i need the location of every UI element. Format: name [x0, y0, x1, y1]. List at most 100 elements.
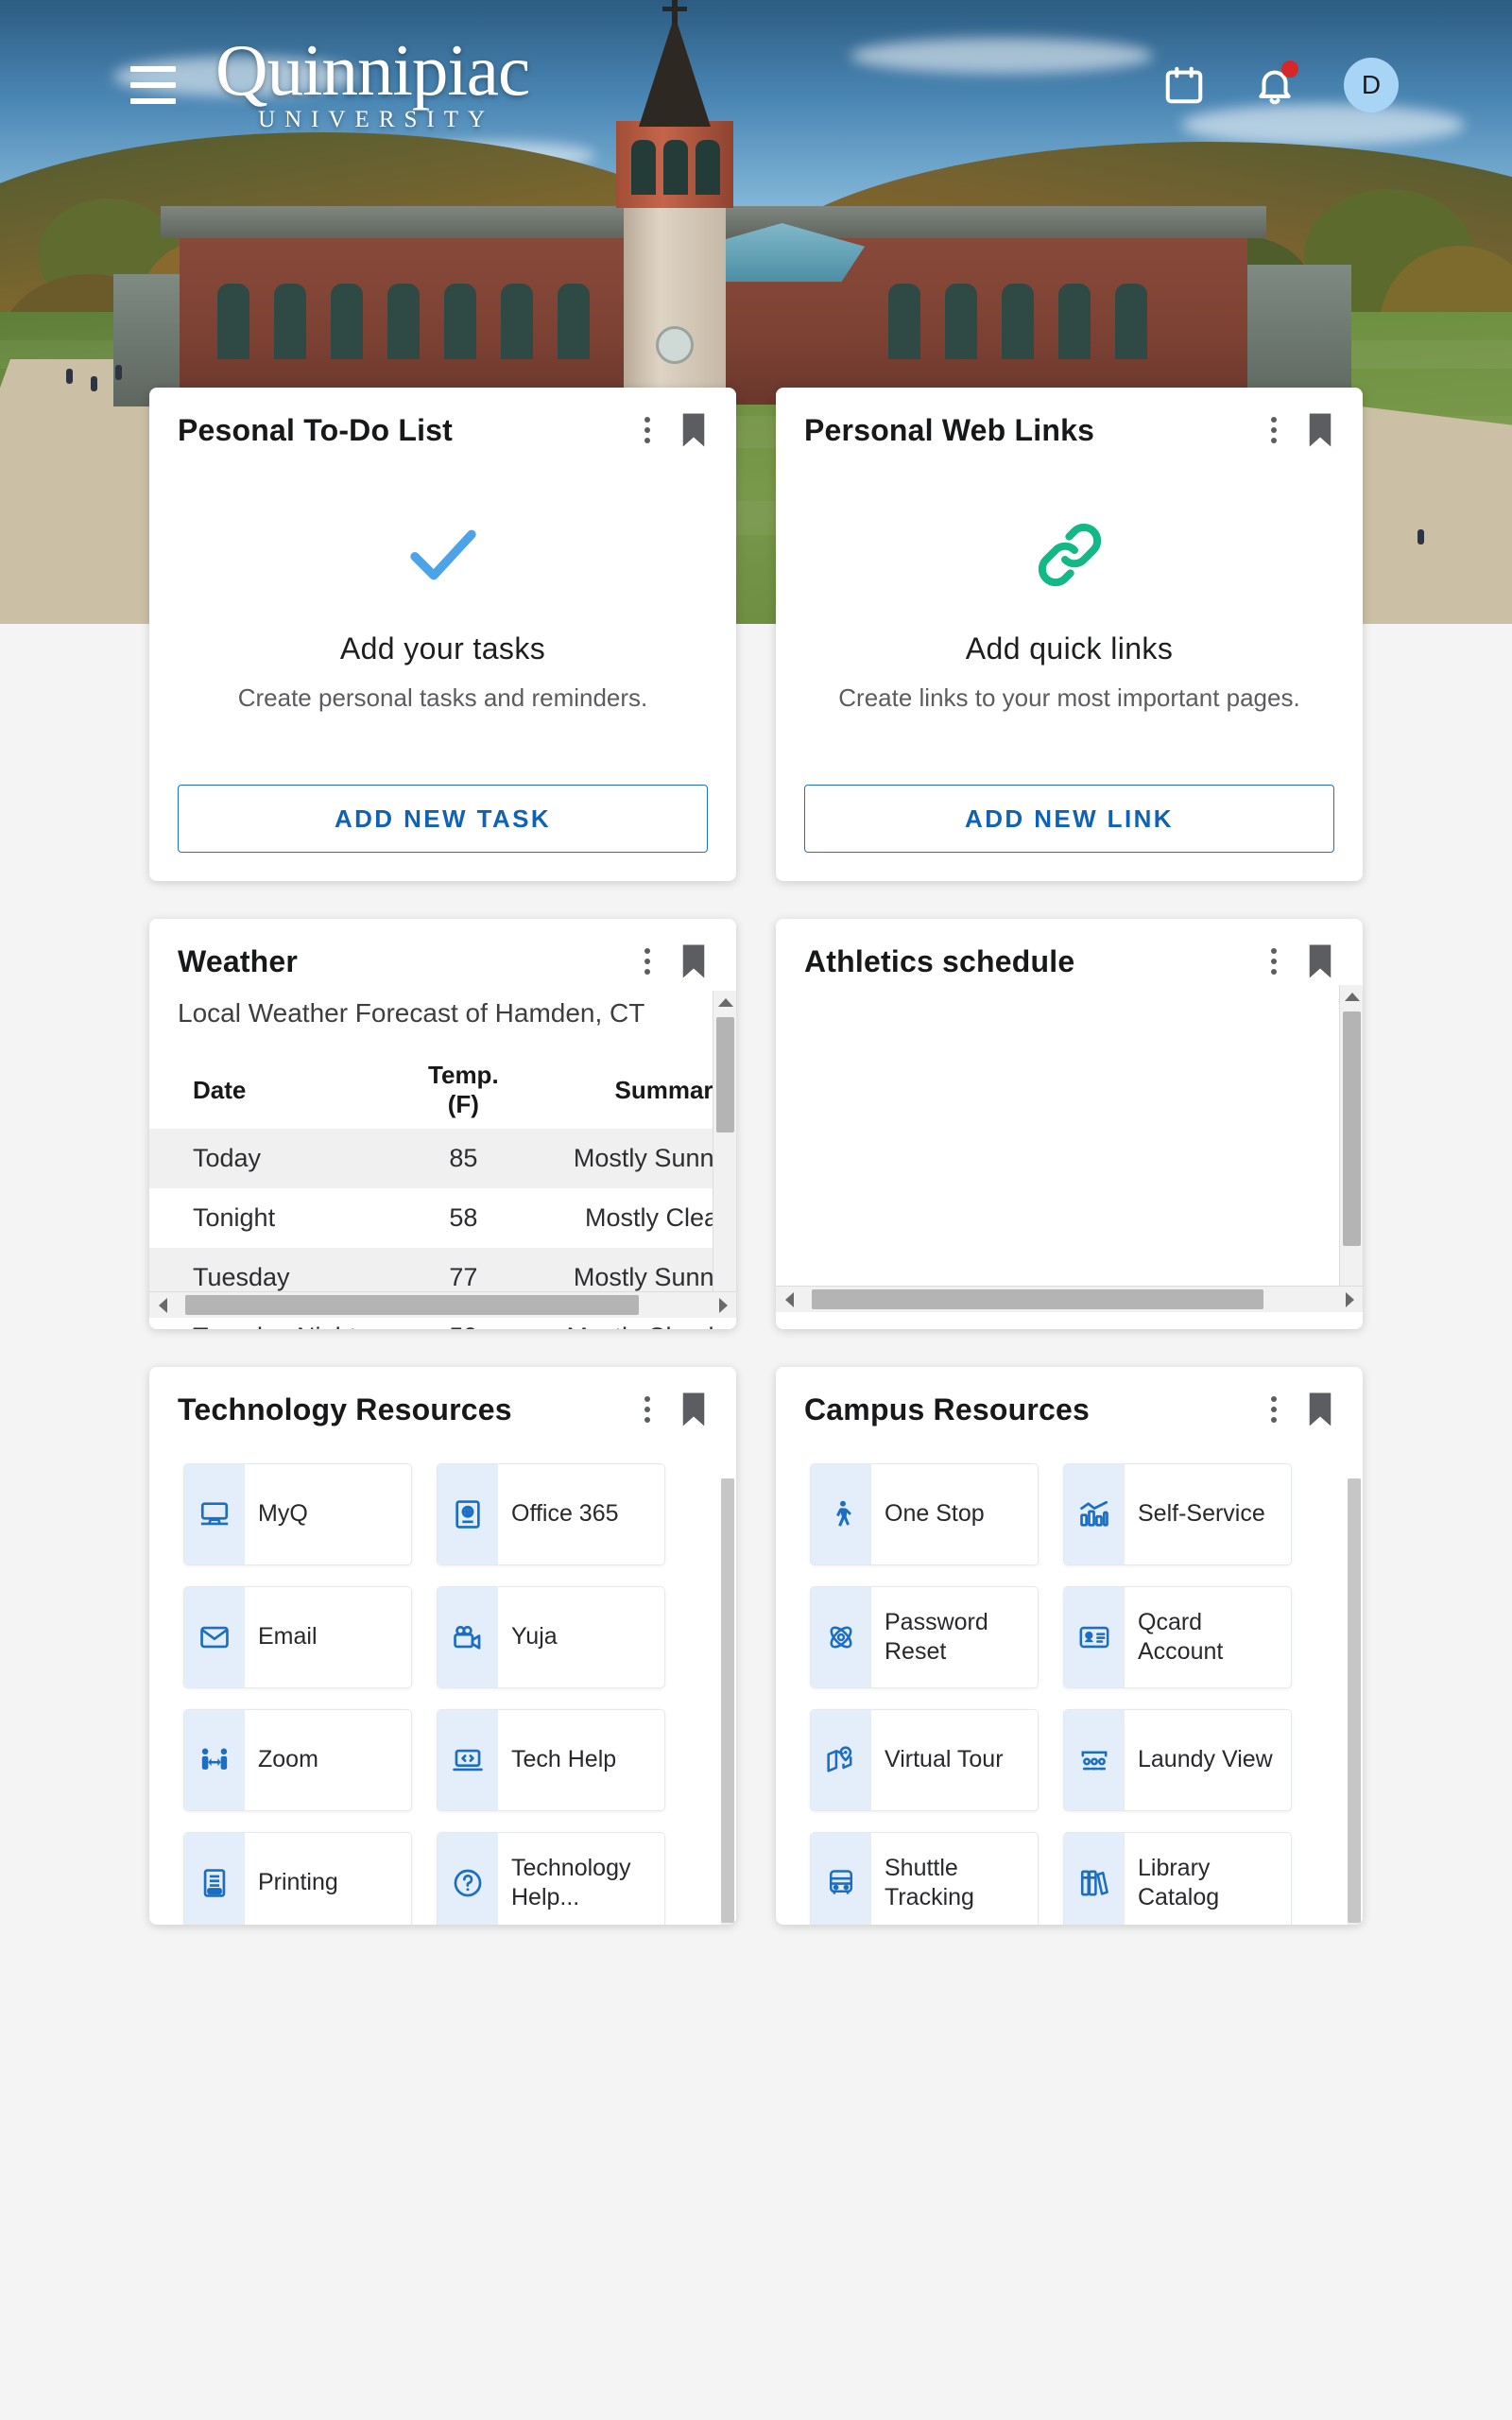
video-camera-icon: [438, 1587, 498, 1688]
clock-tower-base: [624, 199, 726, 416]
athletics-vertical-scrollbar[interactable]: [1339, 985, 1363, 1313]
tile-zoom[interactable]: Zoom: [183, 1709, 412, 1812]
avatar[interactable]: D: [1344, 58, 1399, 112]
card-row: Weather Local Weather Forecast of Hamden…: [149, 919, 1363, 1330]
cell-temp: 58: [449, 1203, 478, 1233]
card-menu-icon[interactable]: [630, 944, 664, 978]
bookmark-icon[interactable]: [1306, 1392, 1334, 1427]
tile-label: Laundy View: [1138, 1746, 1273, 1773]
window: [331, 284, 363, 359]
card-personal-todo: Pesonal To-Do List Add your tasks Create…: [149, 388, 736, 882]
scroll-up-arrow[interactable]: [1340, 985, 1363, 1009]
scroll-up-arrow[interactable]: [713, 991, 736, 1014]
tile-label: Zoom: [258, 1746, 318, 1773]
scroll-right-arrow[interactable]: [1336, 1287, 1363, 1312]
card-menu-icon[interactable]: [1257, 413, 1291, 447]
campus-vertical-scrollbar[interactable]: [1348, 1478, 1361, 1926]
athletics-horizontal-scrollbar[interactable]: [776, 1286, 1363, 1313]
card-athletics-schedule: Athletics schedule: [776, 919, 1363, 1330]
weather-caption: Local Weather Forecast of Hamden, CT: [178, 998, 645, 1028]
hamburger-icon[interactable]: [130, 66, 176, 104]
technology-vertical-scrollbar[interactable]: [721, 1478, 734, 1926]
card-header: Campus Resources: [776, 1367, 1363, 1433]
card-header: Pesonal To-Do List: [149, 388, 736, 454]
tile-tech-help[interactable]: Tech Help: [437, 1709, 665, 1812]
bookmark-icon[interactable]: [679, 1392, 708, 1427]
tile-label: Self-Service: [1138, 1500, 1265, 1528]
calendar-icon[interactable]: [1162, 63, 1206, 107]
scrollbar-thumb[interactable]: [1348, 1478, 1361, 1924]
tile-password-reset[interactable]: Password Reset: [810, 1586, 1039, 1689]
tile-library-catalog[interactable]: Library Catalog: [1063, 1832, 1292, 1926]
col-summary: Summary: [614, 1075, 728, 1104]
window: [217, 284, 249, 359]
laundry-icon: [1064, 1710, 1125, 1811]
scroll-right-arrow[interactable]: [710, 1292, 736, 1318]
tile-label: Virtual Tour: [885, 1746, 1004, 1773]
card-menu-icon[interactable]: [630, 1392, 664, 1426]
bookmark-icon[interactable]: [1306, 412, 1334, 448]
tile-label: Password Reset: [885, 1608, 988, 1666]
window: [945, 284, 977, 359]
tile-qcard-account[interactable]: Qcard Account: [1063, 1586, 1292, 1689]
add-new-link-button[interactable]: ADD NEW LINK: [804, 785, 1334, 854]
bookmark-icon[interactable]: [1306, 943, 1334, 979]
tile-technology-help[interactable]: Technology Help...: [437, 1832, 665, 1926]
scrollbar-thumb[interactable]: [721, 1478, 734, 1924]
add-new-task-button[interactable]: ADD NEW TASK: [178, 785, 708, 854]
bookmark-icon[interactable]: [679, 412, 708, 448]
scrollbar-thumb[interactable]: [716, 1017, 734, 1133]
tile-one-stop[interactable]: One Stop: [810, 1463, 1039, 1566]
tile-office-365[interactable]: Office 365: [437, 1463, 665, 1566]
scrollbar-thumb[interactable]: [185, 1295, 639, 1316]
person: [91, 376, 97, 391]
cell-date: Tonight: [193, 1203, 276, 1233]
person: [66, 369, 73, 384]
card-title: Pesonal To-Do List: [178, 412, 454, 447]
tile-laundy-view[interactable]: Laundy View: [1063, 1709, 1292, 1812]
card-menu-icon[interactable]: [1257, 1392, 1291, 1426]
card-header: Weather: [149, 919, 736, 985]
weather-vertical-scrollbar[interactable]: [713, 991, 736, 1319]
university-logo[interactable]: Quinnipiac UNIVERSITY: [215, 33, 530, 134]
card-empty-state: Add quick links Create links to your mos…: [776, 454, 1363, 715]
weather-horizontal-scrollbar[interactable]: [149, 1291, 736, 1319]
bus-icon: [811, 1833, 871, 1926]
bookmark-icon[interactable]: [679, 943, 708, 979]
desktop-icon: [184, 1464, 245, 1565]
notification-badge: [1281, 60, 1298, 78]
empty-description: Create personal tasks and reminders.: [237, 683, 648, 712]
empty-title: Add quick links: [965, 631, 1174, 666]
window: [274, 284, 306, 359]
header-actions: D: [1162, 58, 1399, 112]
tile-email[interactable]: Email: [183, 1586, 412, 1689]
person: [115, 365, 122, 380]
site-header: Quinnipiac UNIVERSITY D: [0, 0, 1512, 170]
tile-printing[interactable]: Printing: [183, 1832, 412, 1926]
tile-self-service[interactable]: Self-Service: [1063, 1463, 1292, 1566]
tile-virtual-tour[interactable]: Virtual Tour: [810, 1709, 1039, 1812]
scroll-left-arrow[interactable]: [776, 1287, 802, 1312]
card-menu-icon[interactable]: [630, 413, 664, 447]
card-header: Personal Web Links: [776, 388, 1363, 454]
scroll-left-arrow[interactable]: [149, 1292, 176, 1318]
bell-icon[interactable]: [1253, 60, 1298, 107]
tile-shuttle-tracking[interactable]: Shuttle Tracking: [810, 1832, 1039, 1926]
card-title: Campus Resources: [804, 1392, 1090, 1426]
card-menu-icon[interactable]: [1257, 944, 1291, 978]
tile-yuja[interactable]: Yuja: [437, 1586, 665, 1689]
tower-clock-face: [656, 326, 694, 364]
card-title: Weather: [178, 943, 299, 978]
tile-myq[interactable]: MyQ: [183, 1463, 412, 1566]
dashboard-grid: Pesonal To-Do List Add your tasks Create…: [149, 388, 1363, 1962]
window: [888, 284, 920, 359]
col-date: Date: [193, 1075, 247, 1104]
scrollbar-thumb[interactable]: [1343, 1011, 1361, 1247]
tile-label: Library Catalog: [1138, 1854, 1220, 1911]
books-icon: [1064, 1833, 1125, 1926]
window: [1002, 284, 1034, 359]
walking-person-icon: [811, 1464, 871, 1565]
scrollbar-thumb[interactable]: [812, 1289, 1263, 1310]
window: [387, 284, 420, 359]
question-circle-icon: [438, 1833, 498, 1926]
